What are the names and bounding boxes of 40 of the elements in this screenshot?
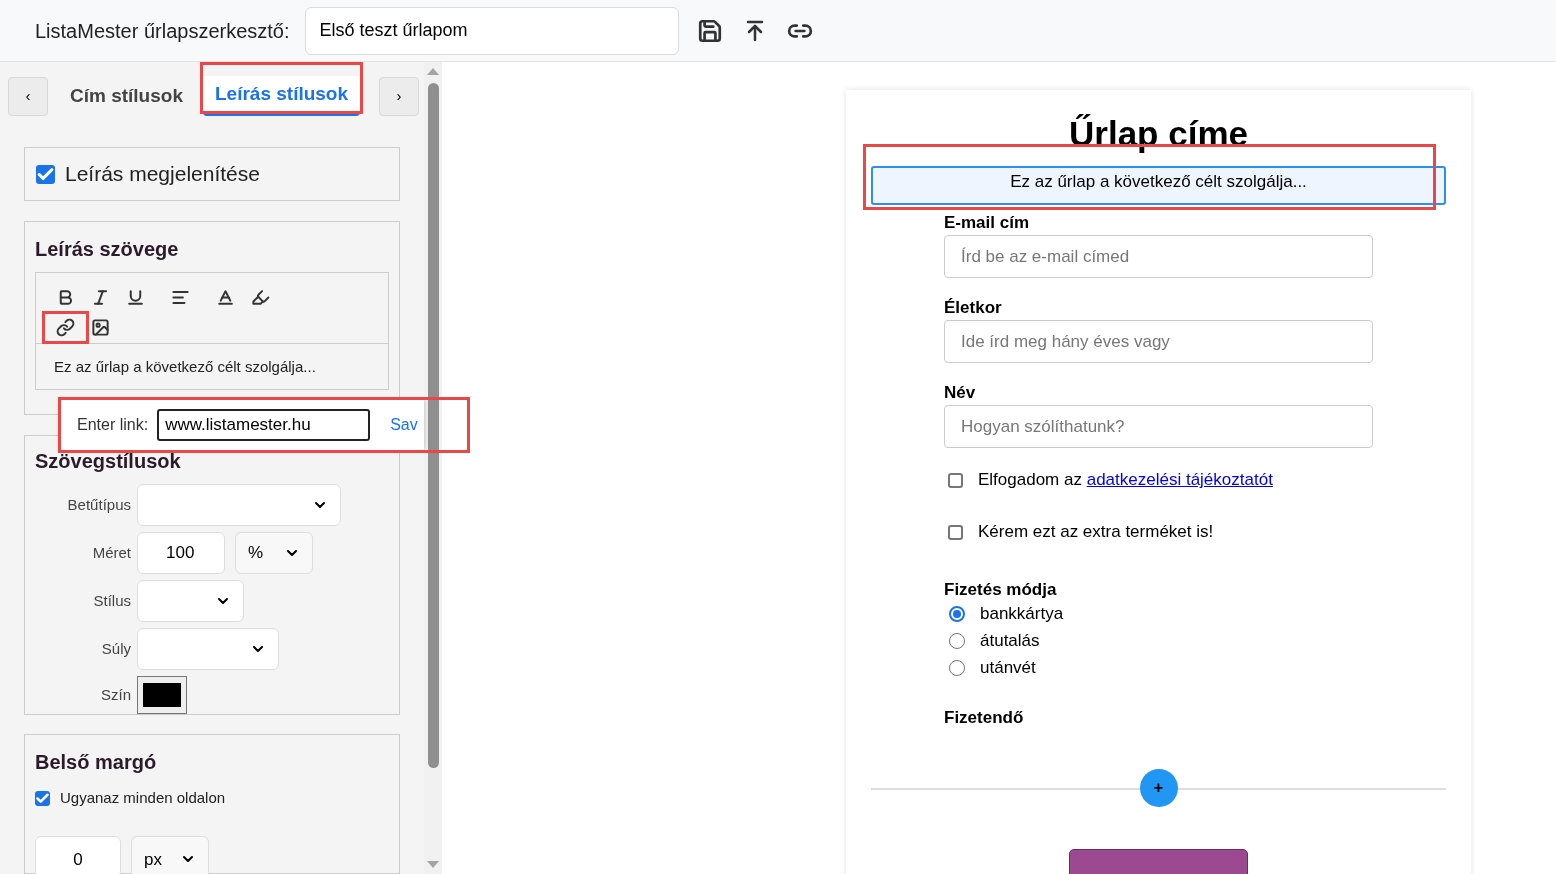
tab[interactable]: Cím stílusok (58, 76, 195, 116)
checkbox-label: Leírás megjelenítése (65, 161, 260, 188)
field-label: Életkor (944, 298, 1002, 318)
section-title: Leírás szövege (35, 237, 180, 263)
field-label: Név (944, 383, 976, 403)
radio-label: utánvét (980, 656, 1036, 679)
size-input[interactable]: 100 (137, 532, 225, 574)
group-label: Fizetés módja (944, 580, 1058, 600)
radio-label: bankkártya (980, 602, 1064, 625)
checkbox-label: Elfogadom az adatkezelési tájékoztatót (978, 469, 1273, 492)
tab[interactable]: Leírás stílusok (203, 76, 361, 116)
link-label: Enter link: (77, 415, 149, 435)
field-label: Stílus (92, 590, 131, 611)
save-link[interactable]: Sav (390, 413, 418, 437)
unit-dropdown[interactable]: % (235, 532, 313, 574)
add-button[interactable]: + (1139, 768, 1178, 807)
text-input[interactable]: Írd be az e-mail címed (944, 235, 1373, 278)
app-title: ListaMester űrlapszerkesztő: (35, 18, 290, 44)
field-label: Szín (100, 684, 131, 705)
policy-link[interactable]: adatkezelési tájékoztatót (1086, 470, 1273, 490)
field-label: Betűtípus (66, 494, 131, 515)
text-input[interactable]: Ide írd meg hány éves vagy (944, 320, 1373, 363)
description-text: Ez az űrlap a következő célt szolgálja... (54, 356, 316, 377)
prev-tabs-button[interactable]: ‹ (8, 76, 48, 116)
next-tabs-button[interactable]: › (379, 76, 419, 116)
field-label: E-mail cím (944, 213, 1030, 233)
checkbox-label: Kérem ezt az extra terméket is! (978, 521, 1214, 544)
link-input[interactable]: www.listamester.hu (157, 409, 371, 441)
section-title: Szövegstílusok (35, 449, 182, 474)
text-input[interactable]: Hogyan szólíthatunk? (944, 405, 1373, 448)
radio-label: átutalás (980, 629, 1040, 652)
checkbox-label: Ugyanaz minden oldalon (60, 788, 226, 808)
description-field[interactable]: Ez az űrlap a következő célt szolgálja... (871, 166, 1446, 205)
field-label: Méret (91, 542, 131, 563)
field-label: Súly (100, 638, 131, 659)
unit-dropdown[interactable]: px (131, 835, 209, 874)
section-title: Belső margó (35, 750, 158, 775)
form-name-input[interactable]: Első teszt űrlapom (304, 6, 679, 55)
total-label: Fizetendő (944, 707, 1024, 729)
padding-input[interactable]: 0 (35, 835, 121, 874)
